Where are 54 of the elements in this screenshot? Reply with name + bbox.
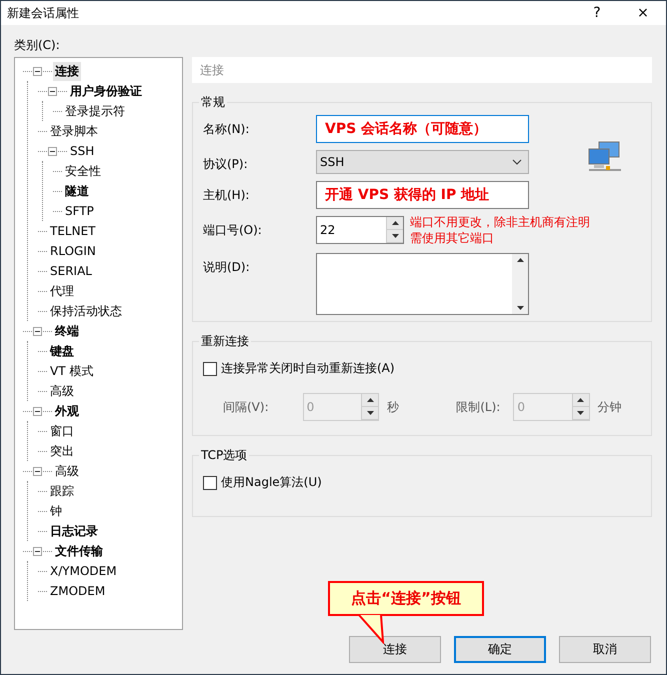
page-title: 连接 [192, 57, 652, 83]
tree-item[interactable]: 登录脚本 [48, 122, 100, 140]
field-label: 端口号(O): [203, 222, 263, 239]
window-title: 新建会话属性 [7, 4, 80, 22]
tree-item[interactable]: TELNET [48, 223, 98, 239]
field-label: 名称(N): [203, 121, 250, 138]
tree-item[interactable]: 安全性 [63, 162, 103, 180]
tree-item[interactable]: 保持活动状态 [48, 302, 124, 320]
tree-item[interactable]: VT 模式 [48, 362, 96, 380]
dialog-button[interactable]: 确定 [454, 636, 546, 663]
tree-item[interactable]: X/YMODEM [48, 563, 119, 579]
checkbox-label: 连接异常关闭时自动重新连接(A) [221, 360, 395, 377]
tree-item[interactable]: 登录提示符 [63, 102, 127, 120]
group-title: 重新连接 [200, 333, 250, 350]
help-button[interactable]: ? [574, 1, 620, 25]
tree-item[interactable]: 连接 [53, 62, 81, 80]
tree-item[interactable]: RLOGIN [48, 243, 98, 259]
tree-item[interactable]: 突出 [48, 442, 76, 460]
interval-label: 间隔(V): [223, 398, 270, 416]
tree-item[interactable]: 高级 [53, 462, 81, 480]
name-field[interactable]: VPS 会话名称（可随意） [316, 115, 529, 143]
category-label: 类别(C): [14, 37, 61, 51]
tree-item[interactable]: 终端 [53, 322, 81, 340]
tree-item[interactable]: 日志记录 [48, 522, 100, 540]
tree-item[interactable]: 窗口 [48, 422, 76, 440]
host-field[interactable]: 开通 VPS 获得的 IP 地址 [316, 181, 529, 209]
tree-item[interactable]: 文件传输 [53, 542, 105, 560]
close-button[interactable]: × [620, 1, 666, 25]
dialog-button[interactable]: 取消 [559, 636, 651, 663]
tree-item[interactable]: 外观 [53, 402, 81, 420]
tree-item[interactable]: ZMODEM [48, 583, 108, 599]
dialog-button[interactable]: 连接 [349, 636, 441, 663]
tree-item[interactable]: 代理 [48, 282, 76, 300]
limit-label: 限制(L): [456, 398, 502, 416]
group-title: 常规 [200, 94, 226, 111]
group-title: TCP选项 [200, 447, 248, 464]
tree-item[interactable]: 高级 [48, 382, 76, 400]
protocol-dropdown[interactable]: SSH [316, 150, 529, 174]
tree-item[interactable]: 用户身份验证 [68, 82, 144, 100]
tree-item[interactable]: 键盘 [48, 342, 76, 360]
field-label: 协议(P): [203, 156, 249, 173]
annotation-note: 端口不用更改，除非主机商有注明需使用其它端口 [410, 214, 590, 246]
tree-item[interactable]: 钟 [48, 502, 64, 520]
unit-label: 秒 [386, 398, 400, 416]
unit-label: 分钟 [596, 398, 623, 416]
field-label: 主机(H): [203, 187, 250, 204]
port-spinbox[interactable]: 22 [316, 216, 404, 244]
tree-item[interactable]: SFTP [63, 203, 96, 219]
field-label: 说明(D): [203, 259, 251, 276]
checkbox-label: 使用Nagle算法(U) [221, 474, 322, 491]
tree-item[interactable]: SERIAL [48, 263, 94, 279]
tree-item[interactable]: 隧道 [63, 182, 91, 200]
tree-item[interactable]: 跟踪 [48, 482, 76, 500]
tree-item[interactable]: SSH [68, 143, 96, 159]
